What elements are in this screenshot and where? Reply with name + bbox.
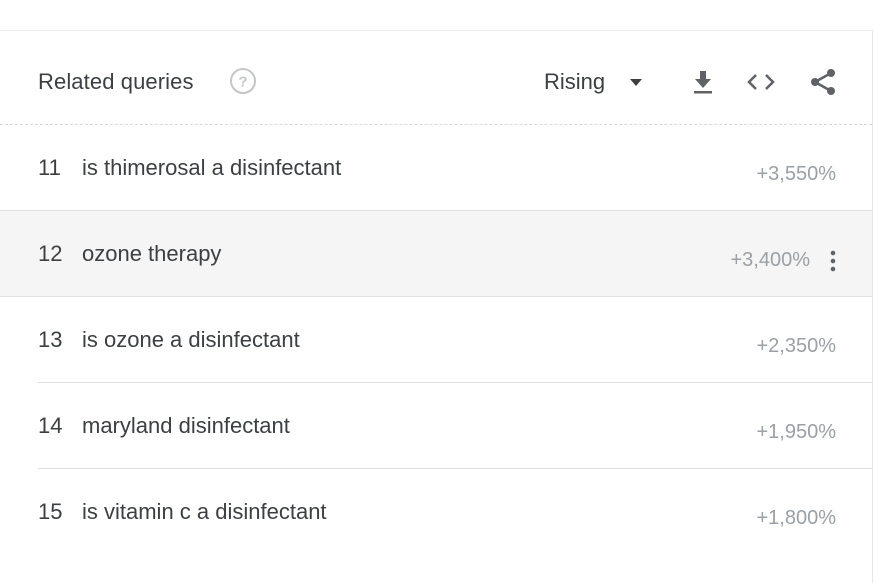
list-item[interactable]: 12 ozone therapy +3,400% (0, 211, 872, 297)
related-queries-card: Related queries ? Rising 11 is thimerosa… (0, 30, 873, 583)
row-rank: 11 (38, 155, 61, 180)
row-query[interactable]: maryland disinfectant (82, 413, 290, 439)
list-item[interactable]: 15 is vitamin c a disinfectant +1,800% (0, 469, 872, 555)
row-query[interactable]: is thimerosal a disinfectant (82, 155, 341, 181)
row-value: +1,800% (756, 507, 836, 529)
list-item[interactable]: 14 maryland disinfectant +1,950% (0, 383, 872, 469)
row-rank: 14 (38, 413, 63, 438)
rising-filter-label: Rising (544, 69, 606, 94)
more-vert-icon[interactable] (828, 247, 838, 275)
row-value: +3,550% (756, 163, 836, 185)
row-rank: 13 (38, 327, 63, 352)
list-item[interactable]: 13 is ozone a disinfectant +2,350% (0, 297, 872, 383)
top-strip (0, 0, 875, 30)
row-rank: 12 (38, 241, 63, 266)
row-query[interactable]: is ozone a disinfectant (82, 327, 300, 353)
rising-filter-dropdown[interactable]: Rising (544, 67, 643, 97)
row-value: +3,400% (730, 249, 810, 271)
row-query[interactable]: ozone therapy (82, 241, 221, 267)
row-value: +1,950% (756, 421, 836, 443)
card-header: Related queries ? Rising (0, 31, 872, 125)
download-icon[interactable] (687, 67, 719, 97)
svg-text:?: ? (238, 74, 247, 91)
row-value: +2,350% (756, 335, 836, 357)
page: Related queries ? Rising 11 is thimerosa… (0, 0, 875, 583)
help-circle-icon[interactable]: ? (229, 67, 257, 95)
share-icon[interactable] (807, 67, 839, 97)
row-query[interactable]: is vitamin c a disinfectant (82, 499, 327, 525)
queries-list: 11 is thimerosal a disinfectant +3,550% … (0, 125, 872, 555)
row-rank: 15 (38, 499, 63, 524)
embed-code-icon[interactable] (745, 67, 777, 97)
list-item[interactable]: 11 is thimerosal a disinfectant +3,550% (0, 125, 872, 211)
caret-down-icon (630, 79, 643, 86)
card-title: Related queries (38, 69, 194, 94)
